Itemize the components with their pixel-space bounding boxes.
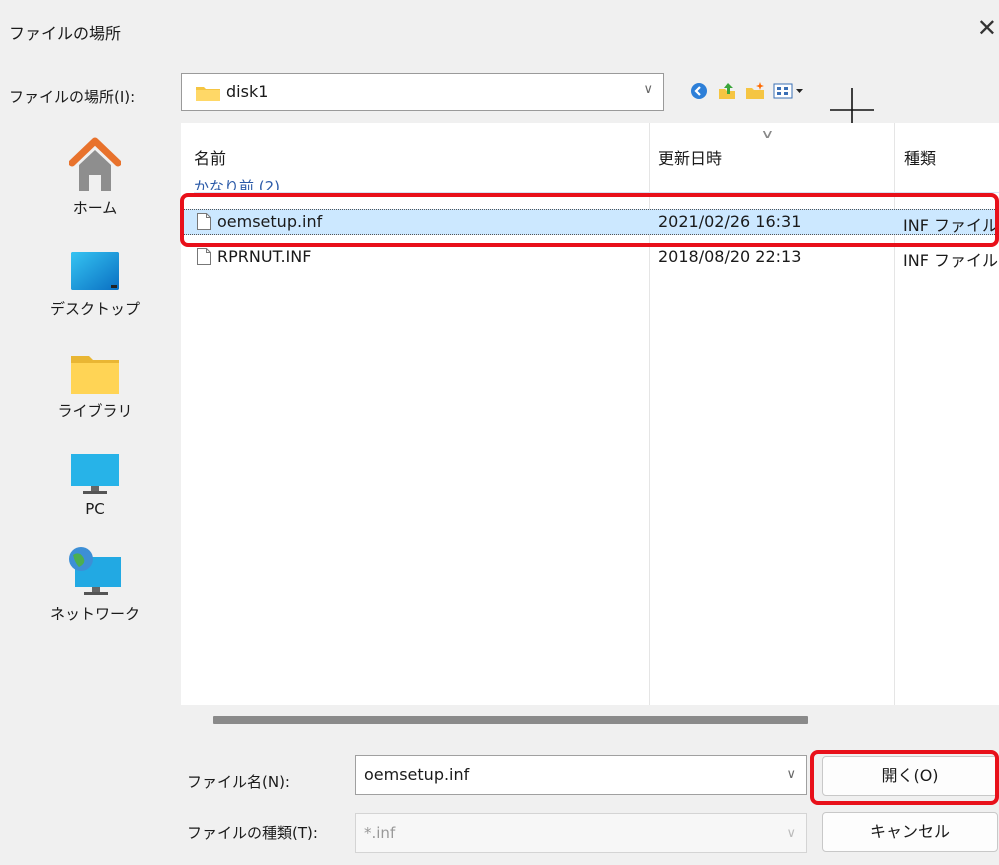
file-type: INF ファイル	[903, 251, 998, 270]
place-library[interactable]: ライブラリ	[30, 352, 160, 421]
chevron-down-icon: ∨	[786, 826, 796, 841]
chevron-down-icon[interactable]: ∨	[786, 767, 796, 782]
place-home[interactable]: ホーム	[30, 137, 160, 218]
library-icon	[71, 356, 119, 394]
toolbar	[688, 78, 806, 104]
desktop-icon	[71, 252, 119, 290]
home-icon	[69, 137, 121, 191]
group-header[interactable]: かなり前 (2)	[194, 176, 280, 190]
close-icon[interactable]: ✕	[977, 14, 997, 42]
pc-icon	[71, 454, 119, 494]
column-header-name[interactable]: 名前	[194, 145, 226, 169]
folder-icon	[196, 87, 220, 101]
filetype-select[interactable]: *.inf ∨	[355, 813, 807, 853]
new-folder-icon[interactable]	[744, 80, 766, 102]
file-name: RPRNUT.INF	[217, 247, 312, 266]
place-label: デスクトップ	[49, 300, 140, 318]
column-header-type[interactable]: 種類	[904, 145, 936, 169]
cancel-button[interactable]: キャンセル	[822, 812, 998, 852]
close-button[interactable]: ✕	[977, 14, 997, 42]
filetype-value: *.inf	[364, 824, 396, 842]
place-label: ライブラリ	[57, 402, 133, 420]
window-title: ファイルの場所	[9, 24, 122, 43]
back-icon[interactable]	[688, 80, 710, 102]
table-row[interactable]: RPRNUT.INF 2018/08/20 22:13 INF ファイル	[183, 244, 999, 270]
sort-chevron-icon: ∨	[760, 127, 775, 141]
horizontal-scrollbar[interactable]	[213, 716, 808, 724]
location-label: ファイルの場所(I):	[9, 88, 136, 106]
file-icon	[197, 248, 211, 265]
place-pc[interactable]: PC	[30, 452, 160, 518]
filetype-label: ファイルの種類(T):	[187, 824, 318, 842]
place-network[interactable]: ネットワーク	[30, 545, 160, 624]
filename-value[interactable]: oemsetup.inf	[364, 765, 469, 784]
highlight-box-selected-file	[180, 193, 999, 247]
highlight-box-open-button	[810, 750, 999, 805]
place-desktop[interactable]: デスクトップ	[30, 250, 160, 319]
column-header-date[interactable]: 更新日時	[658, 145, 722, 169]
chevron-down-icon[interactable]: ∨	[643, 82, 653, 97]
file-date: 2018/08/20 22:13	[658, 247, 802, 266]
filename-label: ファイル名(N):	[187, 773, 290, 791]
view-menu-icon[interactable]	[772, 80, 806, 102]
location-combobox[interactable]: disk1 ∨	[181, 73, 664, 111]
network-icon	[69, 547, 121, 595]
place-label: PC	[85, 500, 105, 518]
up-folder-icon[interactable]	[716, 80, 738, 102]
place-label: ホーム	[72, 199, 118, 217]
place-label: ネットワーク	[49, 605, 140, 623]
location-value: disk1	[226, 82, 269, 101]
filename-input[interactable]: oemsetup.inf ∨	[355, 755, 807, 795]
